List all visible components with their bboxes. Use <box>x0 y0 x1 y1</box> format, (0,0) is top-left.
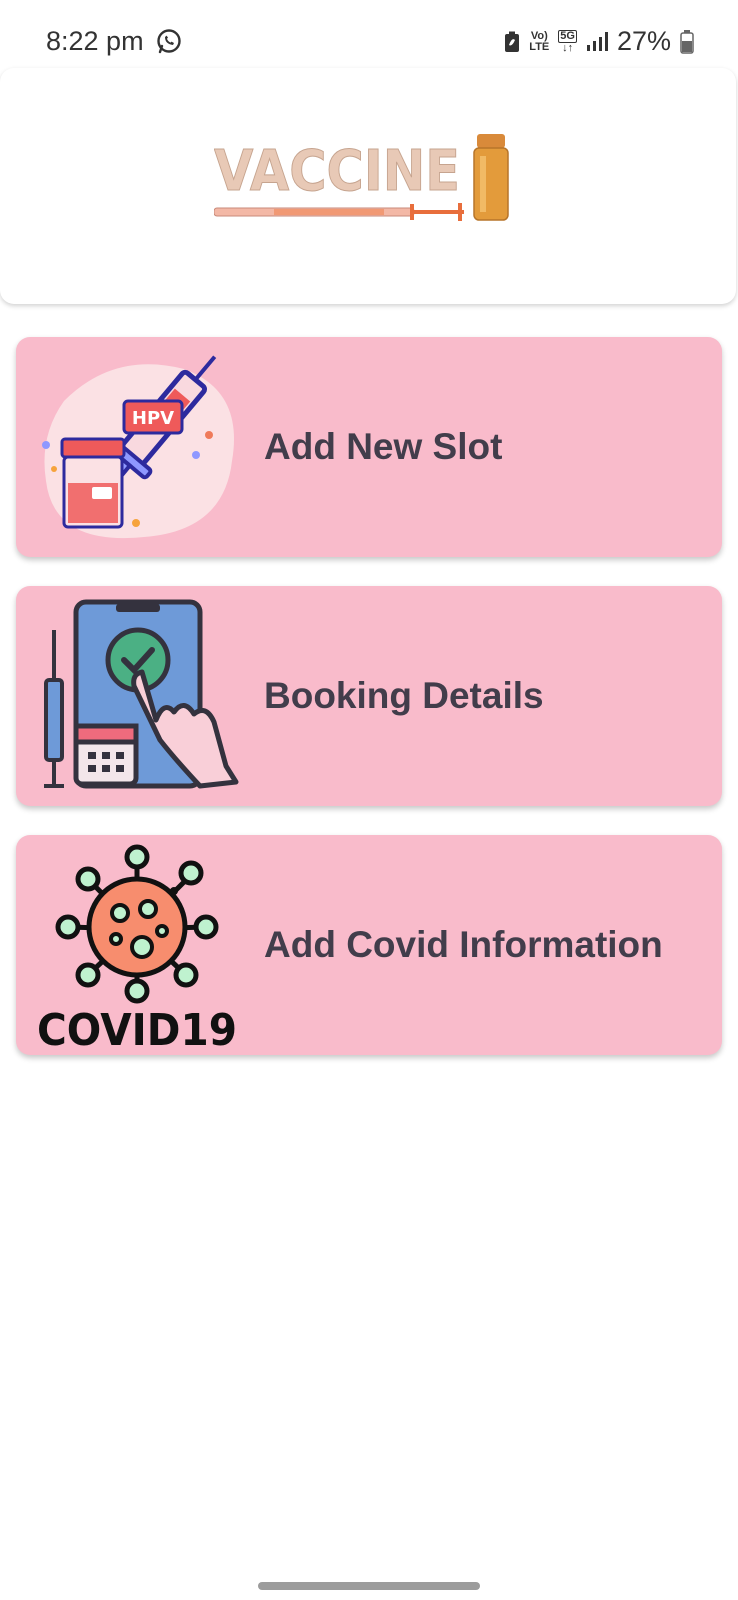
booking-details-card[interactable]: Booking Details <box>16 586 722 806</box>
header-card: VACCINE <box>0 68 736 304</box>
hpv-syringe-illustration-icon: HPV <box>42 355 234 539</box>
vaccine-logo: VACCINE <box>214 134 509 221</box>
battery-icon <box>680 29 694 54</box>
syringe-logo-icon <box>214 203 464 221</box>
battery-percent: 27% <box>616 26 671 56</box>
whatsapp-icon <box>157 29 181 54</box>
home-indicator[interactable] <box>258 1582 480 1590</box>
add-covid-information-label: Add Covid Information <box>264 924 663 965</box>
battery-saver-icon <box>505 31 520 52</box>
signal-icon <box>586 31 608 51</box>
vial-logo-icon <box>473 134 509 221</box>
covid19-virus-illustration-icon: COVID19 <box>37 844 237 1051</box>
hpv-badge-text: HPV <box>132 408 174 429</box>
logo-text: VACCINE <box>214 139 460 204</box>
covid19-caption: COVID19 <box>37 1005 237 1051</box>
volte-icon: Vo) LTE <box>529 29 550 53</box>
add-covid-information-card[interactable]: COVID19 Add Covid Information <box>16 835 722 1055</box>
status-time: 8:22 pm <box>46 26 144 56</box>
booking-details-label: Booking Details <box>264 675 544 716</box>
5g-icon: 5G ↓↑ <box>558 29 577 54</box>
phone-booking-illustration-icon <box>44 599 239 789</box>
add-new-slot-label: Add New Slot <box>264 426 503 467</box>
add-new-slot-card[interactable]: HPV Add New Slot <box>16 337 722 557</box>
